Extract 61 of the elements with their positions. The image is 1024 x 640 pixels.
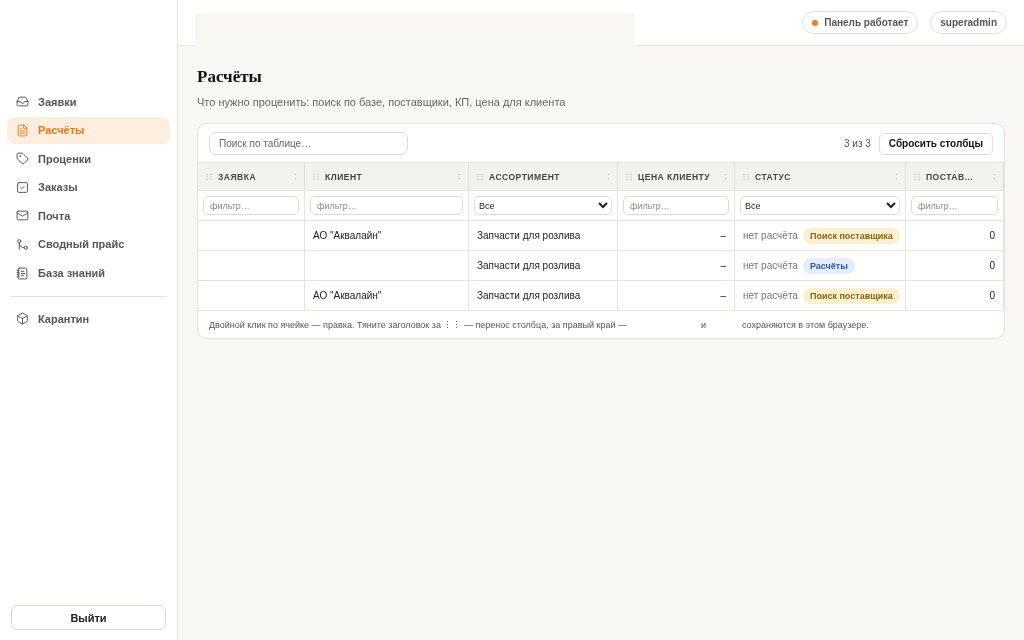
table-cell: – [618, 280, 735, 310]
column-header[interactable]: ЗАЯВКА [198, 162, 305, 190]
table-cell: АО "Аквалайн" [305, 220, 469, 250]
column-header[interactable]: КЛИЕНТ [305, 162, 469, 190]
sidebar-item[interactable]: Карантин [7, 305, 170, 333]
sidebar-item[interactable]: Проценки [7, 145, 170, 173]
inbox-icon [16, 95, 29, 108]
status-badge: Поиск поставщика [802, 227, 900, 244]
table-cell: АО "Аквалайн" [305, 280, 469, 310]
calc-status: нет расчёта [743, 290, 798, 301]
drag-handle-icon[interactable] [742, 172, 750, 181]
filter-field[interactable]: фильтр… [310, 196, 463, 215]
logout-button[interactable]: Выйти [11, 605, 166, 630]
sidebar-item[interactable]: Почта [7, 202, 170, 230]
table-cell: Запчасти для розлива [469, 250, 618, 280]
row-count: 3 из 3 [844, 138, 871, 149]
hint-text: Двойной клик по ячейке — правка. Тяните заголовок за ⋮⋮ — перенос столбца, за правый край — [209, 319, 627, 330]
tag-icon [16, 152, 29, 166]
notebook-icon [16, 266, 29, 280]
drag-handle-icon[interactable] [913, 172, 921, 181]
column-header[interactable]: ПОСТАВ… [906, 162, 1004, 190]
sidebar-item[interactable]: Заявки [7, 88, 170, 115]
sidebar-item[interactable]: Сводный прайс [7, 230, 170, 258]
filter-field[interactable]: фильтр… [623, 196, 729, 215]
calc-status: нет расчёта [743, 260, 798, 271]
mail-icon [16, 209, 29, 223]
table-cell: Запчасти для розлива [469, 280, 618, 310]
drag-handle-icon[interactable] [205, 172, 213, 181]
hint-text: и [700, 319, 706, 330]
table-cell: – [618, 220, 735, 250]
drag-handle-icon[interactable] [476, 172, 484, 181]
table-cell: – [618, 250, 735, 280]
page-title: Расчёты [197, 67, 263, 87]
column-header[interactable]: ЦЕНА КЛИЕНТУ [618, 162, 735, 190]
sidebar-item[interactable]: Заказы [7, 173, 170, 201]
merge-arrows-icon [16, 237, 29, 251]
drag-handle-icon[interactable] [312, 172, 320, 181]
page-subtitle: Что нужно проценить: поиск по базе, поставщики, КП, цена для клиента [197, 96, 567, 108]
search-field[interactable]: Поиск по таблице… [209, 132, 408, 155]
filter-field[interactable]: фильтр… [911, 196, 998, 215]
column-header[interactable]: СТАТУС [735, 162, 906, 190]
hint-text: сохраняются в этом браузере. [742, 319, 869, 330]
table-cell: 0 [906, 250, 1004, 280]
table-cell: 0 [906, 280, 1004, 310]
reset-columns-button[interactable]: Сбросить столбцы [878, 132, 993, 155]
calc-status: нет расчёта [743, 230, 798, 241]
filter-select[interactable]: Все [740, 196, 900, 215]
table-cell: Запчасти для розлива [469, 220, 618, 250]
cube-icon [16, 312, 29, 326]
table-cell: 0 [906, 220, 1004, 250]
drag-handle-icon[interactable] [625, 172, 633, 181]
user-button[interactable]: superadmin [930, 11, 1007, 34]
checkbox-icon [16, 180, 29, 194]
status-badge: Поиск поставщика [802, 287, 900, 304]
status-pill: Панель работает [802, 11, 919, 34]
document-icon [16, 123, 29, 137]
filter-field[interactable]: фильтр… [203, 196, 299, 215]
status-badge: Расчёты [802, 257, 855, 274]
column-header[interactable]: АССОРТИМЕНТ [469, 162, 618, 190]
filter-select[interactable]: Все [474, 196, 612, 215]
sidebar-item[interactable]: База знаний [7, 259, 170, 287]
